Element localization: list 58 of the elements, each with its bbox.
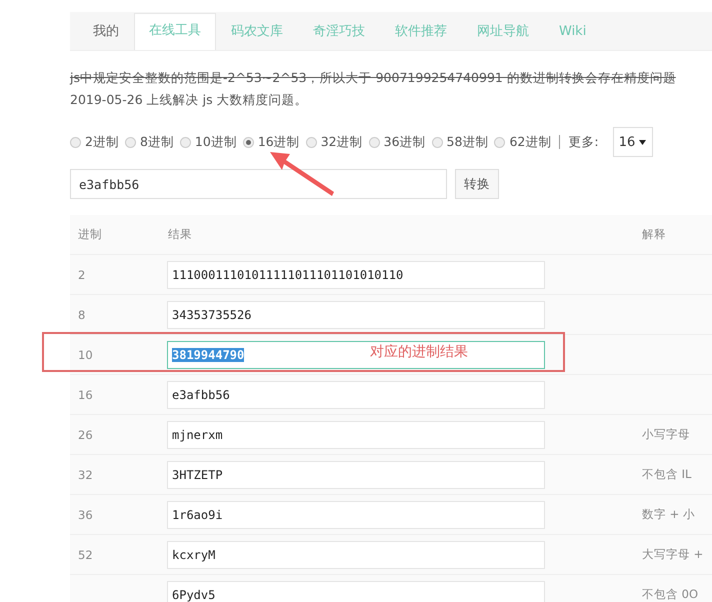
base-radio[interactable]: 16进制	[242, 134, 300, 150]
notice-text: js中规定安全整数的范围是-2^53~2^53，所以大于 9007199254740991 的数进制转换会存在精度问题	[70, 69, 677, 87]
annotation-text: 对应的进制结果	[370, 343, 468, 361]
base-radio[interactable]: 10进制	[180, 134, 237, 150]
base-cell-text: 10	[77, 348, 94, 362]
result-field[interactable]: 11100011101011111011101101010110	[167, 260, 545, 288]
radio-label: 32进制	[320, 134, 363, 150]
base-radio[interactable]: 58进制	[432, 134, 488, 150]
base-cell-text: 52	[77, 548, 94, 562]
base-cell-text: 32	[77, 468, 94, 482]
radio-label: 36进制	[384, 134, 426, 150]
caret-icon	[639, 140, 646, 144]
result-field[interactable]: 1r6ao9i	[167, 500, 545, 528]
column-header: 结果	[167, 227, 193, 242]
result-field[interactable]: mjnerxm	[167, 420, 545, 448]
base-radio[interactable]: 8进制	[124, 134, 174, 150]
radio-label: 16进制	[258, 134, 300, 150]
radio-icon[interactable]	[180, 136, 191, 148]
radio-icon[interactable]	[306, 136, 317, 148]
base-cell-text: 26	[77, 428, 94, 442]
input-field[interactable]: e3afbb56	[70, 169, 447, 199]
note-cell-text: 数字 + 小	[641, 507, 696, 522]
base-radio[interactable]: 62进制	[494, 134, 552, 150]
base-cell-text: 36	[77, 508, 94, 522]
radio-label: 62进制	[509, 134, 552, 150]
more-label: 更多:	[568, 134, 599, 150]
base-cell-text: 16	[77, 388, 94, 402]
base-radio[interactable]: 2进制	[70, 134, 119, 150]
radio-label: 10进制	[194, 134, 237, 150]
result-field[interactable]: e3afbb56	[167, 380, 545, 408]
result-field[interactable]: 3HTZETP	[167, 460, 545, 488]
radio-label: 8进制	[140, 134, 174, 150]
base-radio[interactable]: 32进制	[306, 134, 363, 150]
note-cell-text: 小写字母	[641, 427, 691, 442]
result-field[interactable]: kcxryM	[167, 540, 545, 568]
base-select[interactable]: 16	[612, 127, 653, 157]
radio-label: 58进制	[446, 134, 488, 150]
result-field[interactable]: 6Pydv5	[167, 580, 545, 602]
radio-icon[interactable]	[432, 136, 443, 148]
radio-icon[interactable]	[368, 136, 380, 148]
radio-icon[interactable]	[70, 136, 81, 148]
radio-label: 2进制	[85, 134, 119, 150]
base-radio[interactable]: 36进制	[368, 134, 426, 150]
radio-icon[interactable]	[242, 136, 254, 148]
note-cell-text: 不包含 IL	[641, 467, 692, 482]
base-cell-text: 2	[77, 268, 86, 282]
column-header: 进制	[77, 227, 103, 242]
result-field[interactable]: 34353735526	[167, 300, 545, 328]
radio-icon[interactable]	[494, 136, 506, 148]
convert-button[interactable]: 转换	[455, 169, 499, 199]
radio-icon[interactable]	[124, 136, 136, 148]
column-header: 解释	[641, 227, 667, 242]
nav-tab[interactable]: 我的	[78, 14, 134, 50]
note-cell-text: 大写字母 +	[641, 547, 704, 562]
base-cell-text: 8	[77, 308, 86, 322]
update-note: 2019-05-26 上线解决 js 大数精度问题。	[70, 91, 309, 109]
arrow-icon	[268, 150, 334, 198]
note-cell-text: 不包含 0O	[641, 587, 700, 602]
